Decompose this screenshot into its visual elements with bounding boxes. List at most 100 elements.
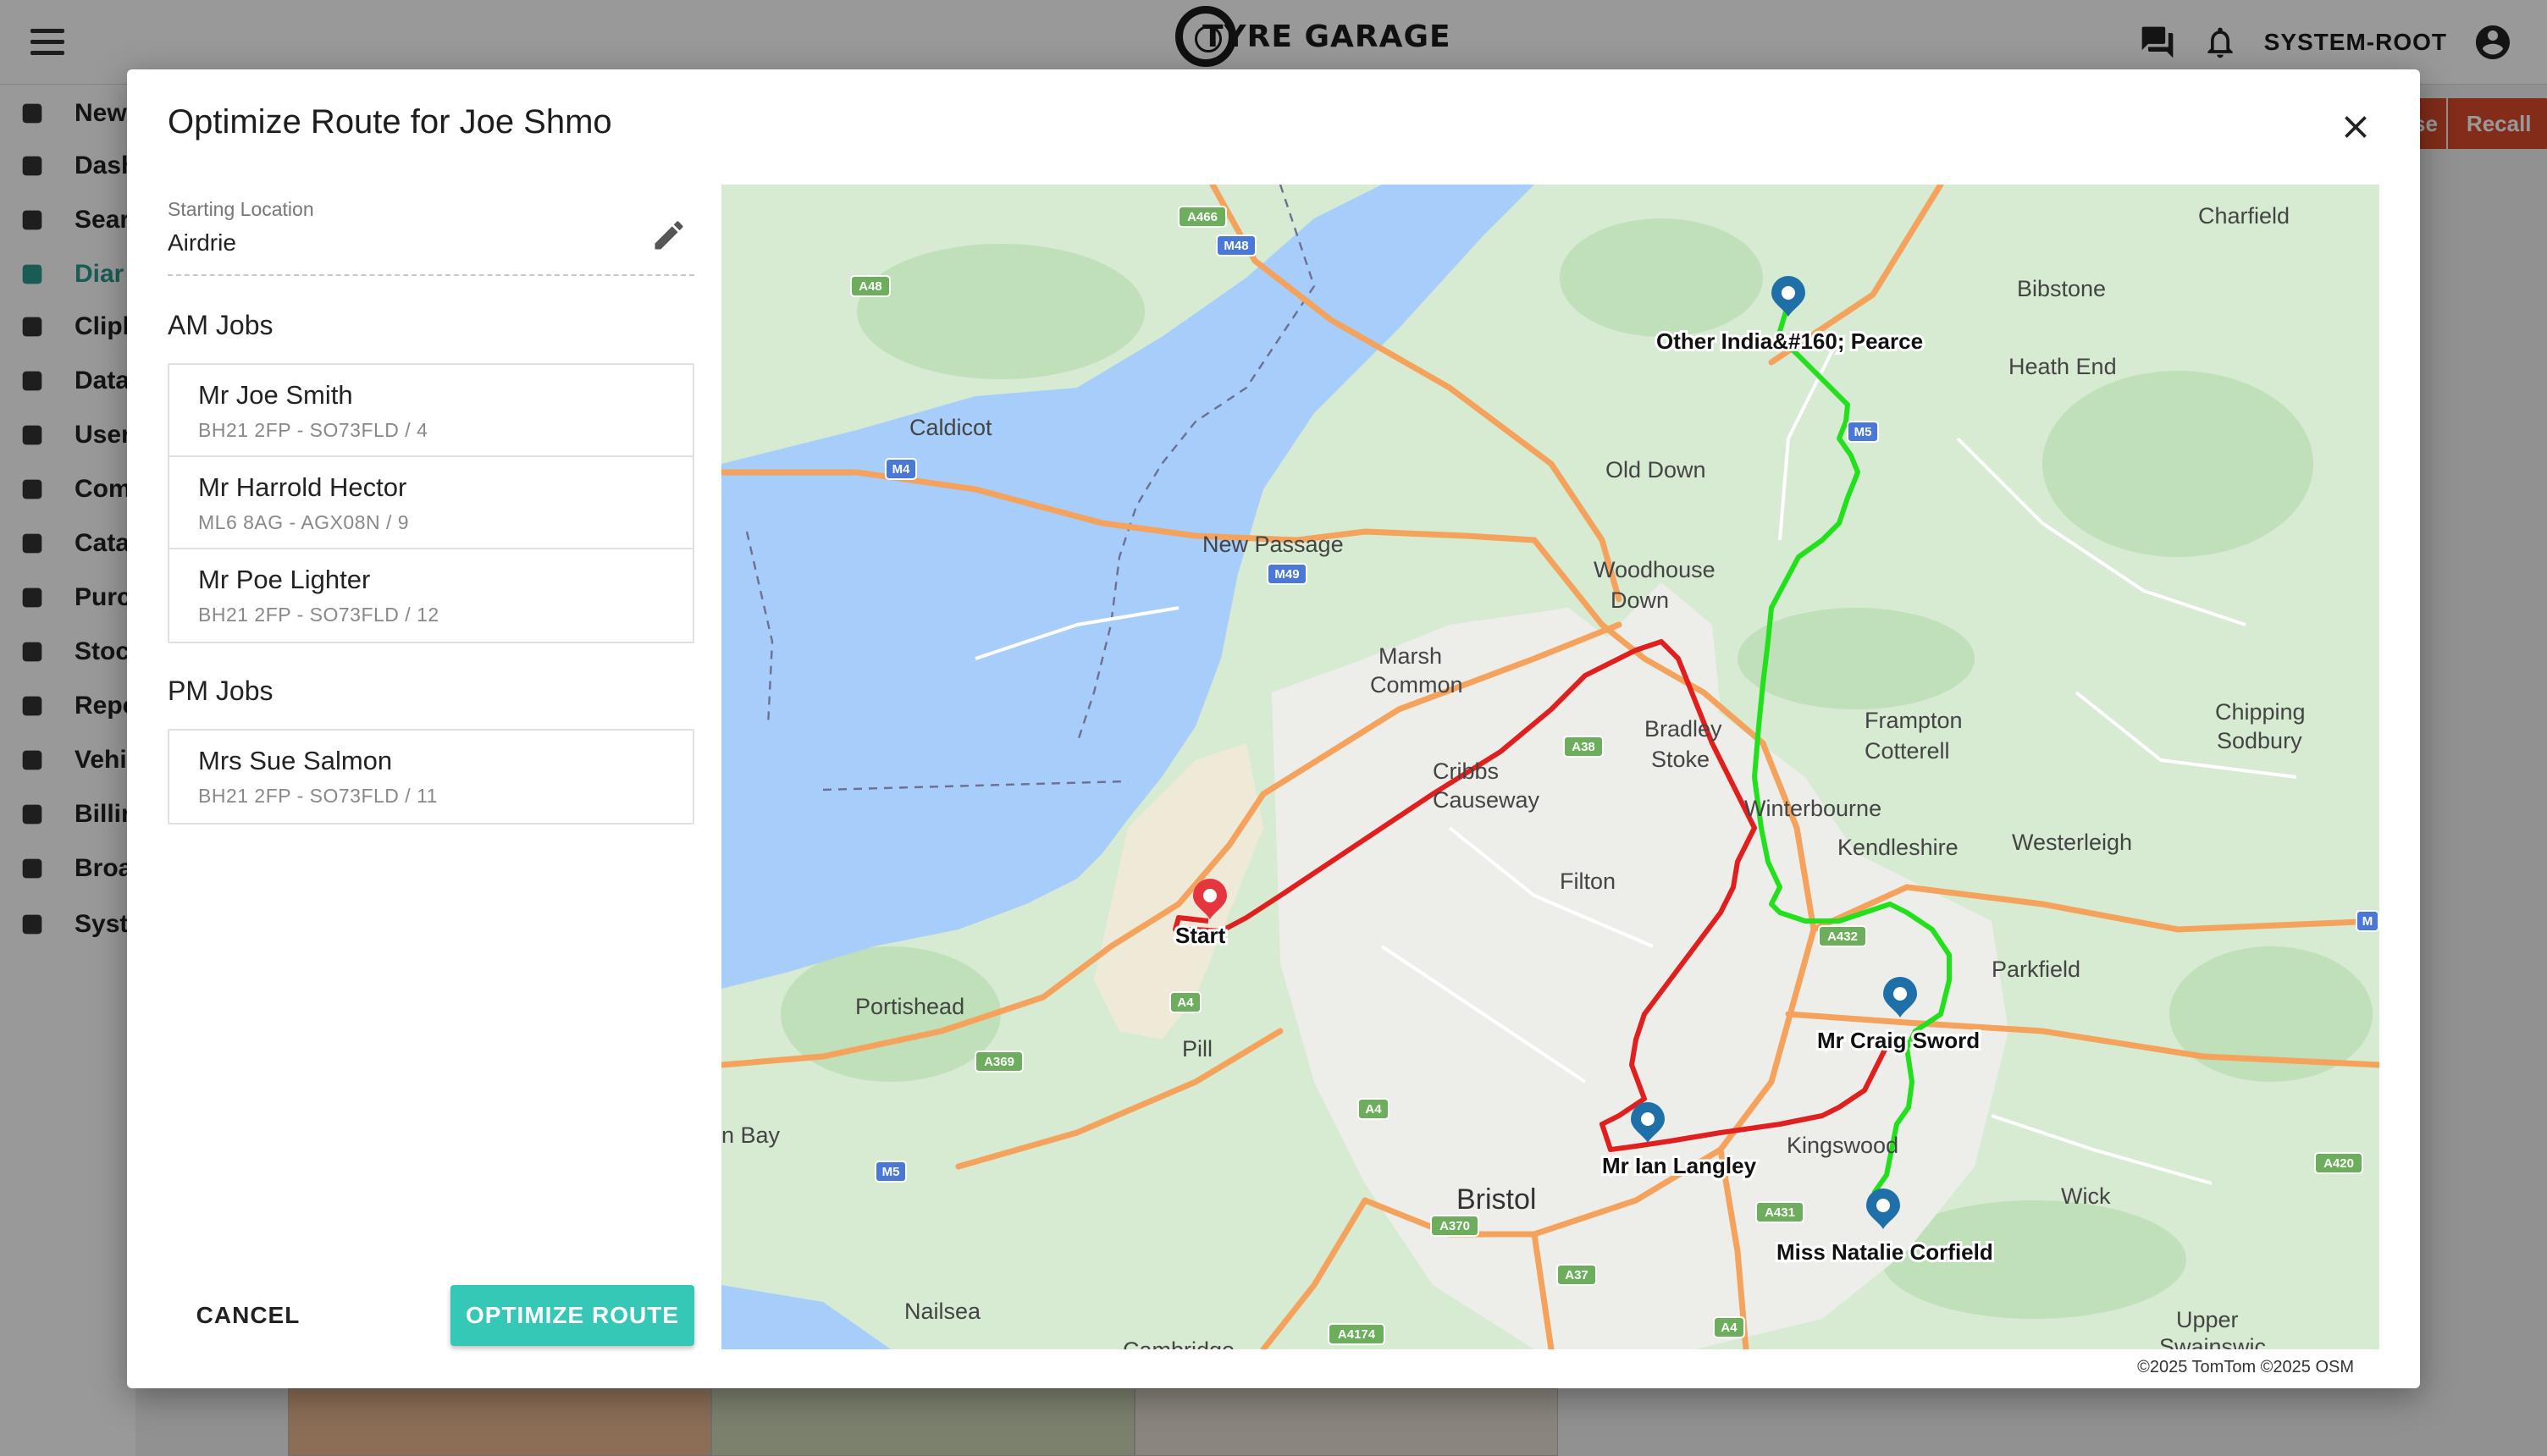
map-place-label: n Bay — [721, 1122, 781, 1148]
road-shield-label: A432 — [1827, 929, 1858, 944]
road-shield-label: M — [2362, 914, 2373, 929]
pin-center-dot — [1876, 1199, 1890, 1212]
map-place-label: Parkfield — [1992, 957, 2080, 982]
map-place-label: Down — [1611, 587, 1669, 613]
map-place-label: Woodhouse — [1594, 557, 1715, 582]
map-pin-label: Start — [1175, 923, 1226, 948]
road-shield: M — [2356, 910, 2379, 932]
map-place-label: New Passage — [1202, 532, 1344, 557]
road-shield: A431 — [1755, 1201, 1804, 1223]
job-customer-name: Mr Harrold Hector — [198, 472, 407, 502]
starting-location: Starting Location Airdrie — [168, 198, 694, 276]
map-place-label: Common — [1370, 672, 1463, 698]
map-place-label: Nailsea — [904, 1299, 981, 1324]
road-shield: A37 — [1556, 1264, 1597, 1286]
map-place-label: Sodbury — [2217, 728, 2302, 753]
pm-job-list: Mrs Sue Salmon BH21 2FP - SO73FLD / 11 — [168, 729, 694, 825]
road-shield-label: A369 — [984, 1055, 1014, 1069]
cancel-button[interactable]: CANCEL — [168, 1285, 329, 1346]
road-shield: A4174 — [1328, 1323, 1385, 1345]
road-shield: M49 — [1267, 563, 1307, 585]
road-shield: M5 — [1847, 421, 1879, 443]
road-shield-label: M48 — [1224, 239, 1248, 253]
map-pin-label: Mr Ian Langley — [1602, 1153, 1757, 1178]
job-item[interactable]: Mr Harrold Hector ML6 8AG - AGX08N / 9 — [169, 457, 693, 549]
job-details: ML6 8AG - AGX08N / 9 — [198, 511, 410, 533]
pin-center-dot — [1641, 1112, 1655, 1126]
road-shield: A466 — [1178, 206, 1227, 228]
road-shield: A4 — [1713, 1316, 1745, 1338]
pin-center-dot — [1782, 286, 1795, 300]
job-item[interactable]: Mr Poe Lighter BH21 2FP - SO73FLD / 12 — [169, 549, 693, 642]
map-place-label: Old Down — [1605, 457, 1706, 483]
pin-center-dot — [1893, 987, 1907, 1001]
job-customer-name: Mrs Sue Salmon — [198, 746, 393, 775]
map-place-label: Westerleigh — [2012, 830, 2132, 855]
map-place-label: Filton — [1560, 869, 1616, 894]
dialog-title: Optimize Route for Joe Shmo — [168, 103, 612, 141]
optimize-route-dialog: Optimize Route for Joe Shmo Starting Loc… — [127, 69, 2420, 1388]
map-place-label: Heath End — [2008, 354, 2117, 379]
map-attribution: ©2025 TomTom ©2025 OSM — [2137, 1358, 2354, 1376]
road-shield: A370 — [1430, 1215, 1479, 1237]
map-place-label: Stoke — [1651, 747, 1710, 772]
am-jobs-title: AM Jobs — [168, 310, 273, 340]
map-pin-label: Mr Craig Sword — [1817, 1028, 1980, 1053]
map-place-label: Cribbs — [1433, 758, 1499, 784]
job-details: BH21 2FP - SO73FLD / 11 — [198, 785, 438, 807]
starting-location-label: Starting Location — [168, 198, 314, 220]
map-pin-label: Miss Natalie Corfield — [1776, 1239, 1993, 1265]
road-shield-label: A38 — [1572, 740, 1595, 754]
road-shield: M4 — [885, 458, 917, 480]
map-place-label: Kendleshire — [1837, 835, 1959, 860]
road-shield: A432 — [1818, 925, 1867, 947]
map-place-label: Cambridge — [1123, 1337, 1235, 1349]
road-shield-label: A4 — [1177, 995, 1194, 1010]
map-place-label: Bristol — [1456, 1183, 1536, 1216]
map-place-label: Upper — [2176, 1307, 2239, 1332]
map-place-label: Portishead — [855, 994, 964, 1019]
map-place-label: Cotterell — [1865, 738, 1950, 764]
map-place-label: Winterbourne — [1744, 796, 1881, 821]
road-shield-label: M4 — [892, 462, 910, 477]
map-place-label: Kingswood — [1787, 1133, 1898, 1158]
road-shield-label: A431 — [1765, 1205, 1795, 1220]
map-place-label: Causeway — [1433, 787, 1540, 813]
map-place-label: Caldicot — [909, 415, 992, 440]
starting-location-value: Airdrie — [168, 229, 236, 256]
road-shield-label: A4 — [1721, 1321, 1738, 1335]
job-details: BH21 2FP - SO73FLD / 4 — [198, 419, 428, 441]
map-canvas[interactable]: A466 M48 A48 M5 M4 M49 A38 A432 A4 A369 A4 M5 A431 A3… — [721, 185, 2379, 1349]
road-shield: A369 — [975, 1051, 1024, 1073]
optimize-route-button[interactable]: OPTIMIZE ROUTE — [450, 1285, 694, 1346]
road-shield-label: M49 — [1274, 567, 1299, 582]
map-place-label: Bibstone — [2017, 276, 2106, 301]
road-shield: M48 — [1216, 234, 1257, 256]
road-shield-label: A48 — [859, 279, 882, 294]
close-icon[interactable] — [2337, 108, 2374, 146]
road-shield-label: A420 — [2323, 1156, 2354, 1171]
pencil-icon[interactable] — [650, 217, 688, 254]
road-shield-label: A4 — [1365, 1102, 1382, 1117]
map-place-label: Frampton — [1865, 708, 1963, 733]
job-details: BH21 2FP - SO73FLD / 12 — [198, 604, 439, 626]
pin-center-dot — [1203, 889, 1217, 902]
job-customer-name: Mr Joe Smith — [198, 380, 353, 410]
road-shield-label: M5 — [882, 1165, 900, 1179]
pm-jobs-title: PM Jobs — [168, 676, 273, 706]
map-place-label: Pill — [1182, 1036, 1213, 1062]
road-shield-label: A37 — [1565, 1268, 1588, 1282]
road-shield: A4 — [1169, 991, 1202, 1013]
job-item[interactable]: Mrs Sue Salmon BH21 2FP - SO73FLD / 11 — [169, 731, 693, 823]
map-place-label: Bradley — [1644, 716, 1722, 742]
road-shield-label: A370 — [1439, 1219, 1470, 1233]
road-shield: A38 — [1563, 736, 1604, 758]
route-map[interactable]: A466 M48 A48 M5 M4 M49 A38 A432 A4 A369 A4 M5 A431 A3… — [721, 185, 2379, 1349]
road-shield-label: A4174 — [1338, 1327, 1376, 1342]
jobs-panel: Starting Location Airdrie AM Jobs Mr Joe… — [168, 198, 694, 825]
road-shield: A4 — [1357, 1098, 1390, 1120]
job-item[interactable]: Mr Joe Smith BH21 2FP - SO73FLD / 4 — [169, 365, 693, 457]
map-place-label: Wick — [2061, 1183, 2111, 1209]
road-shield: M5 — [875, 1161, 907, 1183]
map-pin-label: Other India&#160; Pearce — [1656, 328, 1923, 354]
